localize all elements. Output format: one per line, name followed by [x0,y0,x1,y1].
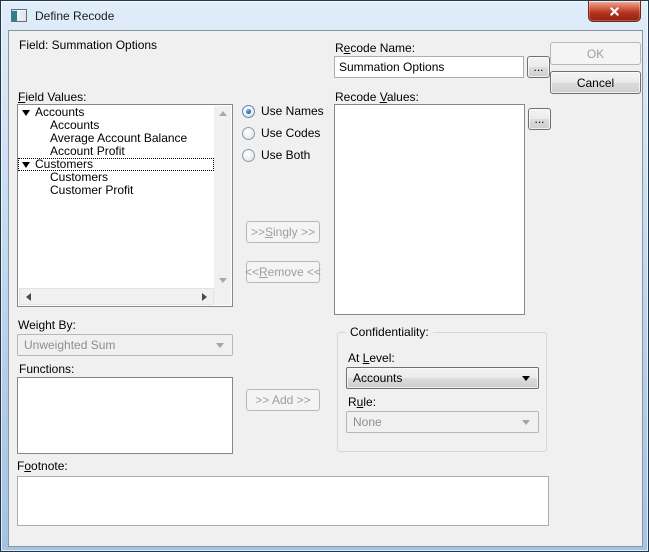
collapse-icon[interactable] [22,162,30,168]
field-values-label: Field Values: [18,90,87,104]
chevron-down-icon [522,376,530,381]
chevron-down-icon [522,420,530,425]
close-button[interactable] [588,1,641,22]
field-values-list[interactable]: Accounts Accounts Average Account Balanc… [17,104,233,307]
rule-dropdown[interactable]: None [346,411,539,433]
radio-icon [242,127,255,140]
scroll-left-icon[interactable] [20,289,37,304]
collapse-icon[interactable] [22,110,30,116]
app-icon [11,9,27,22]
field-label: Field: Summation Options [19,38,157,52]
field-values-tree: Accounts Accounts Average Account Balanc… [18,106,214,287]
recode-values-label: Recode Values: [335,90,419,104]
tree-item[interactable]: Customer Profit [18,184,214,197]
singly-button[interactable]: >> Singly >> [246,221,320,243]
footnote-input[interactable] [17,476,549,526]
confidentiality-label: Confidentiality: [346,325,433,339]
remove-button[interactable]: << Remove << [246,261,320,283]
cancel-button[interactable]: Cancel [550,71,641,94]
recode-name-label: Recode Name: [335,41,415,55]
recode-name-input[interactable] [334,56,524,78]
ok-button[interactable]: OK [550,42,641,65]
close-icon [610,7,619,16]
confidentiality-group: Confidentiality: [337,332,547,452]
vertical-scrollbar[interactable] [214,106,231,288]
recode-name-browse-button[interactable]: ... [527,56,550,78]
weight-by-dropdown[interactable]: Unweighted Sum [17,334,233,356]
recode-values-browse-button[interactable]: ... [528,108,551,130]
footnote-label: Footnote: [17,459,68,473]
scroll-right-icon[interactable] [196,289,213,304]
add-button[interactable]: >> Add >> [246,389,320,411]
rule-label: Rule: [348,395,376,409]
chevron-down-icon [216,343,224,348]
tree-item[interactable]: Accounts [18,106,214,119]
at-level-dropdown[interactable]: Accounts [346,367,539,389]
radio-icon [242,105,255,118]
functions-list[interactable] [17,377,233,454]
titlebar[interactable]: Define Recode [1,1,648,30]
scroll-down-icon[interactable] [214,273,231,288]
horizontal-scrollbar[interactable] [19,288,214,305]
recode-values-list[interactable] [334,104,525,315]
at-level-label: At Level: [348,351,395,365]
scroll-up-icon[interactable] [214,106,231,121]
radio-use-codes[interactable]: Use Codes [242,126,320,140]
radio-icon [242,149,255,162]
functions-label: Functions: [19,362,74,376]
weight-by-label: Weight By: [18,318,76,332]
scrollbar-corner [214,288,231,305]
tree-item[interactable]: Customers [18,158,214,171]
radio-use-both[interactable]: Use Both [242,148,310,162]
radio-use-names[interactable]: Use Names [242,104,324,118]
window-title: Define Recode [35,9,114,23]
define-recode-dialog: Define Recode Field: Summation Options R… [0,0,649,552]
